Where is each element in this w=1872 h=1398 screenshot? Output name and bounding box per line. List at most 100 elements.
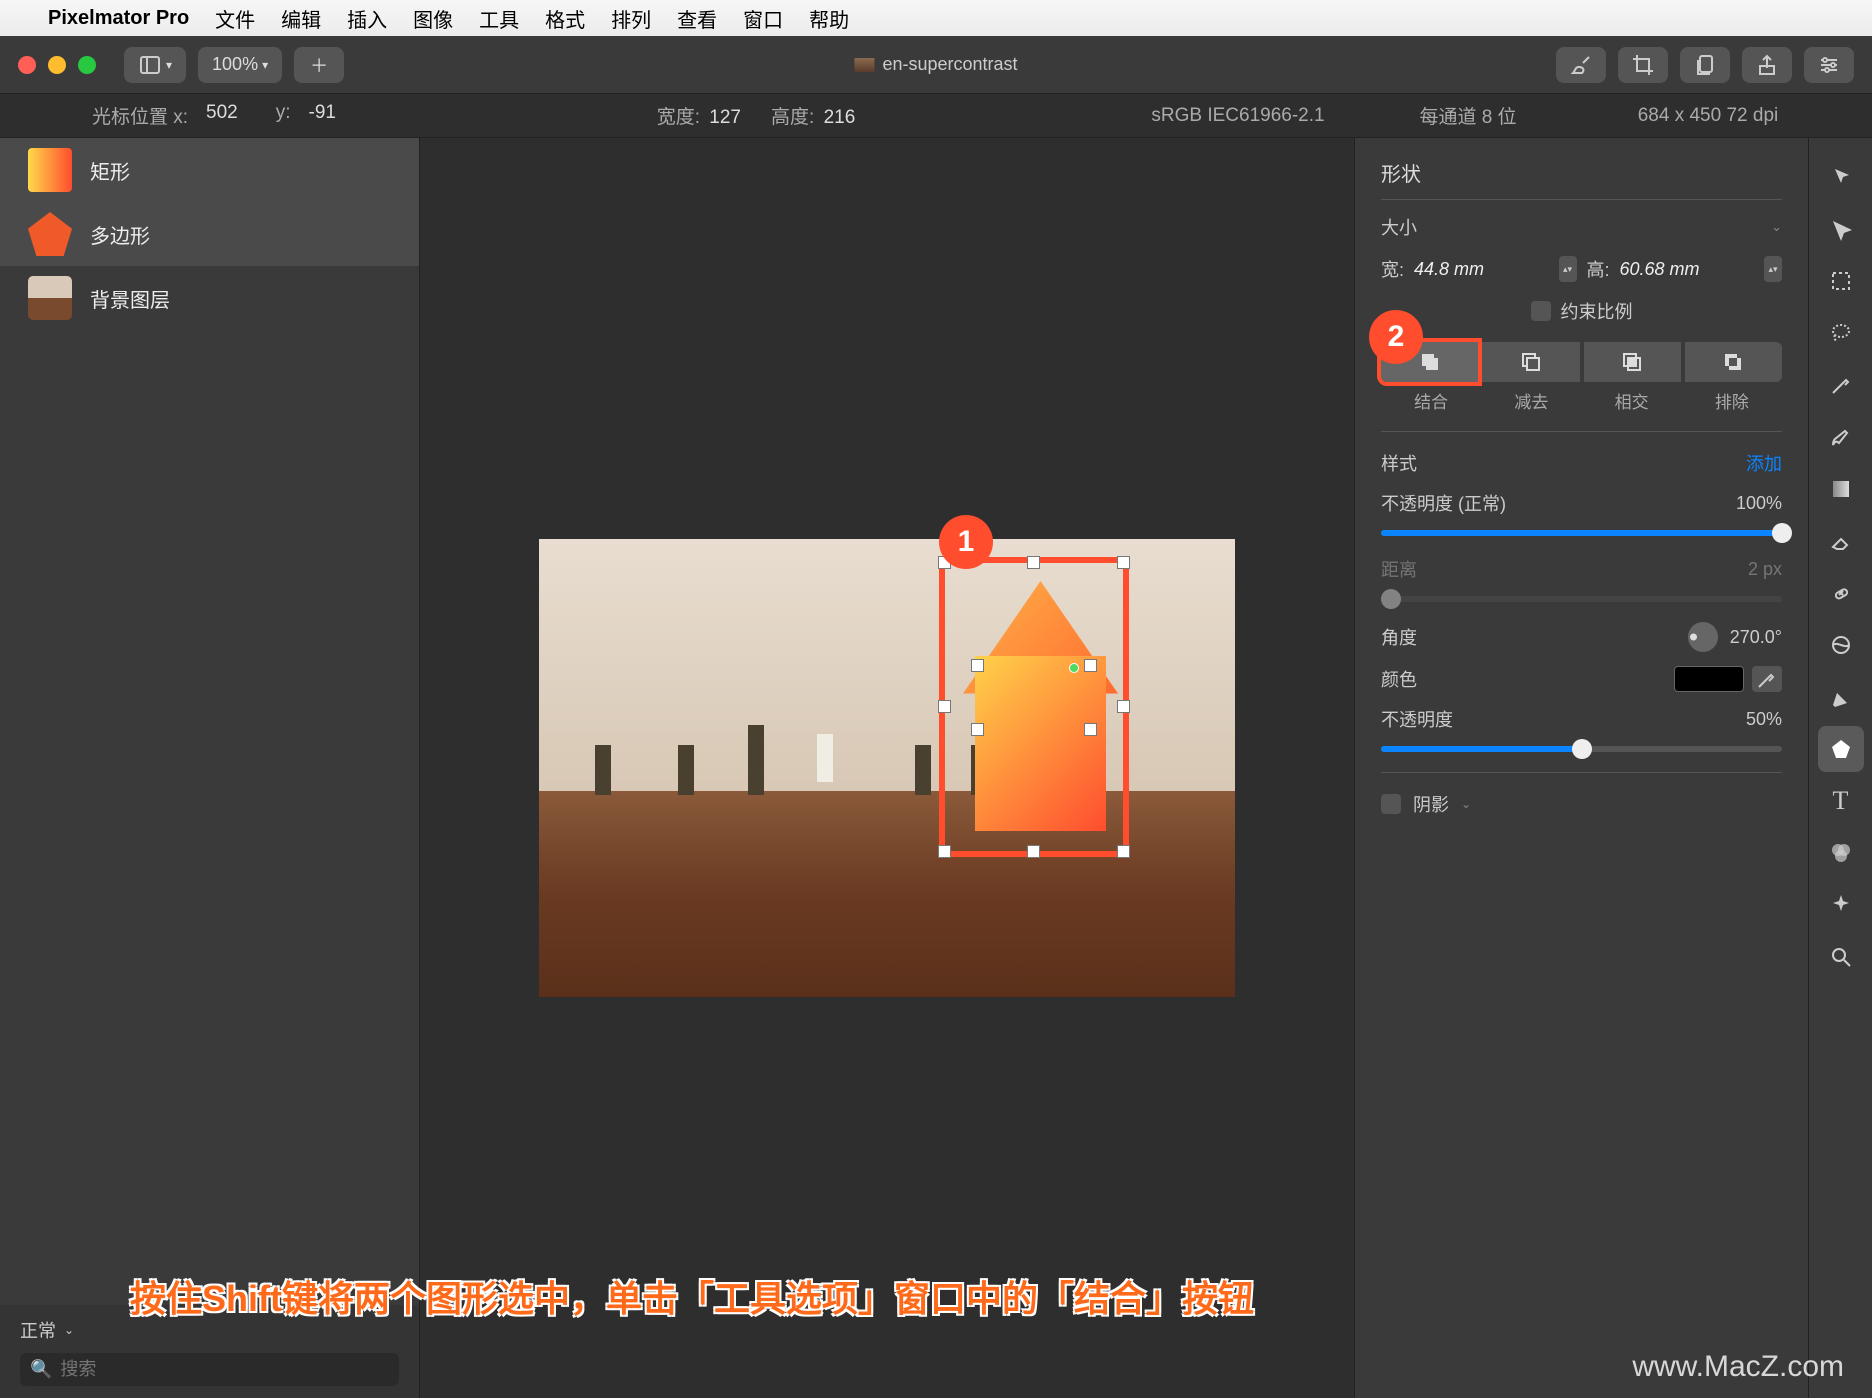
share-button[interactable]	[1742, 47, 1792, 83]
shape-handle[interactable]	[971, 659, 984, 672]
canvas-area[interactable]: 1	[420, 138, 1354, 1398]
menu-edit[interactable]: 编辑	[281, 4, 321, 33]
opacity-value[interactable]: 100%	[1736, 493, 1782, 514]
menu-help[interactable]: 帮助	[809, 4, 849, 33]
eraser-tool[interactable]	[1818, 518, 1864, 564]
height-stepper[interactable]: ▴▾	[1764, 256, 1782, 282]
width-value[interactable]: 44.8 mm	[1414, 259, 1548, 280]
size-header-row[interactable]: 大小 ⌄	[1381, 214, 1782, 240]
height-value[interactable]: 60.68 mm	[1620, 259, 1754, 280]
effects-tool[interactable]	[1818, 882, 1864, 928]
zoom-dropdown[interactable]: 100% ▾	[198, 47, 282, 83]
layer-thumb-icon	[28, 148, 72, 192]
layer-search[interactable]: 🔍	[20, 1353, 399, 1386]
opacity2-value[interactable]: 50%	[1746, 709, 1782, 730]
shape-handle[interactable]	[1084, 659, 1097, 672]
menu-insert[interactable]: 插入	[347, 4, 387, 33]
close-window-button[interactable]	[18, 56, 36, 74]
zoom-tool[interactable]	[1818, 934, 1864, 980]
shadow-row[interactable]: 阴影 ⌄	[1381, 791, 1782, 817]
blend-mode-label: 正常	[20, 1317, 56, 1343]
pen-tool[interactable]	[1818, 674, 1864, 720]
size-header-label: 大小	[1381, 214, 1417, 240]
app-name[interactable]: Pixelmator Pro	[48, 7, 189, 30]
cursor-y-label: y:	[276, 102, 291, 129]
settings-button[interactable]	[1804, 47, 1854, 83]
resize-handle[interactable]	[1117, 700, 1130, 713]
menu-image[interactable]: 图像	[413, 4, 453, 33]
arrange-tool[interactable]	[1818, 206, 1864, 252]
angle-dial[interactable]	[1688, 622, 1718, 652]
opacity-row: 不透明度 (正常) 100%	[1381, 490, 1782, 516]
heal-tool[interactable]	[1818, 570, 1864, 616]
resize-handle[interactable]	[1117, 845, 1130, 858]
menu-tools[interactable]: 工具	[479, 4, 519, 33]
resize-handle[interactable]	[1117, 556, 1130, 569]
zoom-value: 100%	[212, 54, 258, 75]
rotation-handle[interactable]	[1069, 663, 1079, 673]
resize-handle[interactable]	[938, 700, 951, 713]
shadow-checkbox[interactable]	[1381, 794, 1401, 814]
selection-tool[interactable]	[1818, 258, 1864, 304]
chevron-down-icon: ▾	[262, 58, 268, 72]
lasso-tool[interactable]	[1818, 310, 1864, 356]
minimize-window-button[interactable]	[48, 56, 66, 74]
resize-handle[interactable]	[938, 845, 951, 858]
shape-tool[interactable]	[1818, 726, 1864, 772]
layer-item-rectangle[interactable]: 矩形	[0, 138, 419, 202]
artboard[interactable]: 1	[539, 539, 1235, 997]
colorspace-value: sRGB IEC61966-2.1	[1151, 105, 1324, 127]
brush-tool[interactable]	[1818, 414, 1864, 460]
angle-value[interactable]: 270.0°	[1730, 627, 1782, 648]
color-swatch[interactable]	[1674, 666, 1744, 692]
menu-file[interactable]: 文件	[215, 4, 255, 33]
menu-view[interactable]: 查看	[677, 4, 717, 33]
style-add-button[interactable]: 添加	[1746, 450, 1782, 476]
layer-thumb-icon	[28, 276, 72, 320]
maximize-window-button[interactable]	[78, 56, 96, 74]
warp-tool[interactable]	[1818, 622, 1864, 668]
cursor-y-value: -91	[309, 102, 336, 129]
spacing-label: 距离	[1381, 556, 1417, 582]
color-row: 颜色	[1381, 666, 1782, 692]
boolean-ops-group	[1381, 342, 1782, 382]
eyedropper-tool[interactable]	[1818, 362, 1864, 408]
constrain-row: 约束比例	[1381, 298, 1782, 324]
add-button[interactable]: ＋	[294, 47, 344, 83]
text-tool[interactable]: T	[1818, 778, 1864, 824]
bool-subtract-button[interactable]	[1482, 342, 1579, 382]
menu-format[interactable]: 格式	[545, 4, 585, 33]
opacity2-slider[interactable]	[1381, 746, 1782, 752]
search-icon: 🔍	[30, 1359, 52, 1380]
chevron-updown-icon: ⌄	[64, 1323, 74, 1337]
crop-tool-button[interactable]	[1618, 47, 1668, 83]
opacity-slider[interactable]	[1381, 530, 1782, 536]
layer-item-polygon[interactable]: 多边形	[0, 202, 419, 266]
menu-window[interactable]: 窗口	[743, 4, 783, 33]
color-adjust-tool[interactable]	[1818, 830, 1864, 876]
eyedropper-button[interactable]	[1752, 666, 1782, 692]
shape-handle[interactable]	[1084, 723, 1097, 736]
document-title: en-supercontrast	[854, 54, 1017, 75]
opacity-label[interactable]: 不透明度 (正常)	[1381, 490, 1506, 516]
width-stepper[interactable]: ▴▾	[1559, 256, 1577, 282]
copy-button[interactable]	[1680, 47, 1730, 83]
resize-handle[interactable]	[1027, 556, 1040, 569]
brush-tool-button[interactable]	[1556, 47, 1606, 83]
height-value: 216	[824, 107, 856, 128]
sidebar-toggle-button[interactable]: ▾	[124, 47, 186, 83]
opacity2-label: 不透明度	[1381, 706, 1453, 732]
bool-exclude-button[interactable]	[1685, 342, 1782, 382]
resize-handle[interactable]	[1027, 845, 1040, 858]
shape-handle[interactable]	[971, 723, 984, 736]
bool-intersect-button[interactable]	[1584, 342, 1681, 382]
selection-bounds[interactable]	[939, 557, 1129, 857]
search-input[interactable]	[60, 1359, 389, 1380]
shape-house[interactable]	[963, 581, 1118, 831]
layer-item-background[interactable]: 背景图层	[0, 266, 419, 330]
constrain-checkbox[interactable]	[1531, 301, 1551, 321]
gradient-tool[interactable]	[1818, 466, 1864, 512]
shape-rectangle	[975, 656, 1105, 831]
menu-arrange[interactable]: 排列	[611, 4, 651, 33]
style-tool[interactable]	[1818, 154, 1864, 200]
